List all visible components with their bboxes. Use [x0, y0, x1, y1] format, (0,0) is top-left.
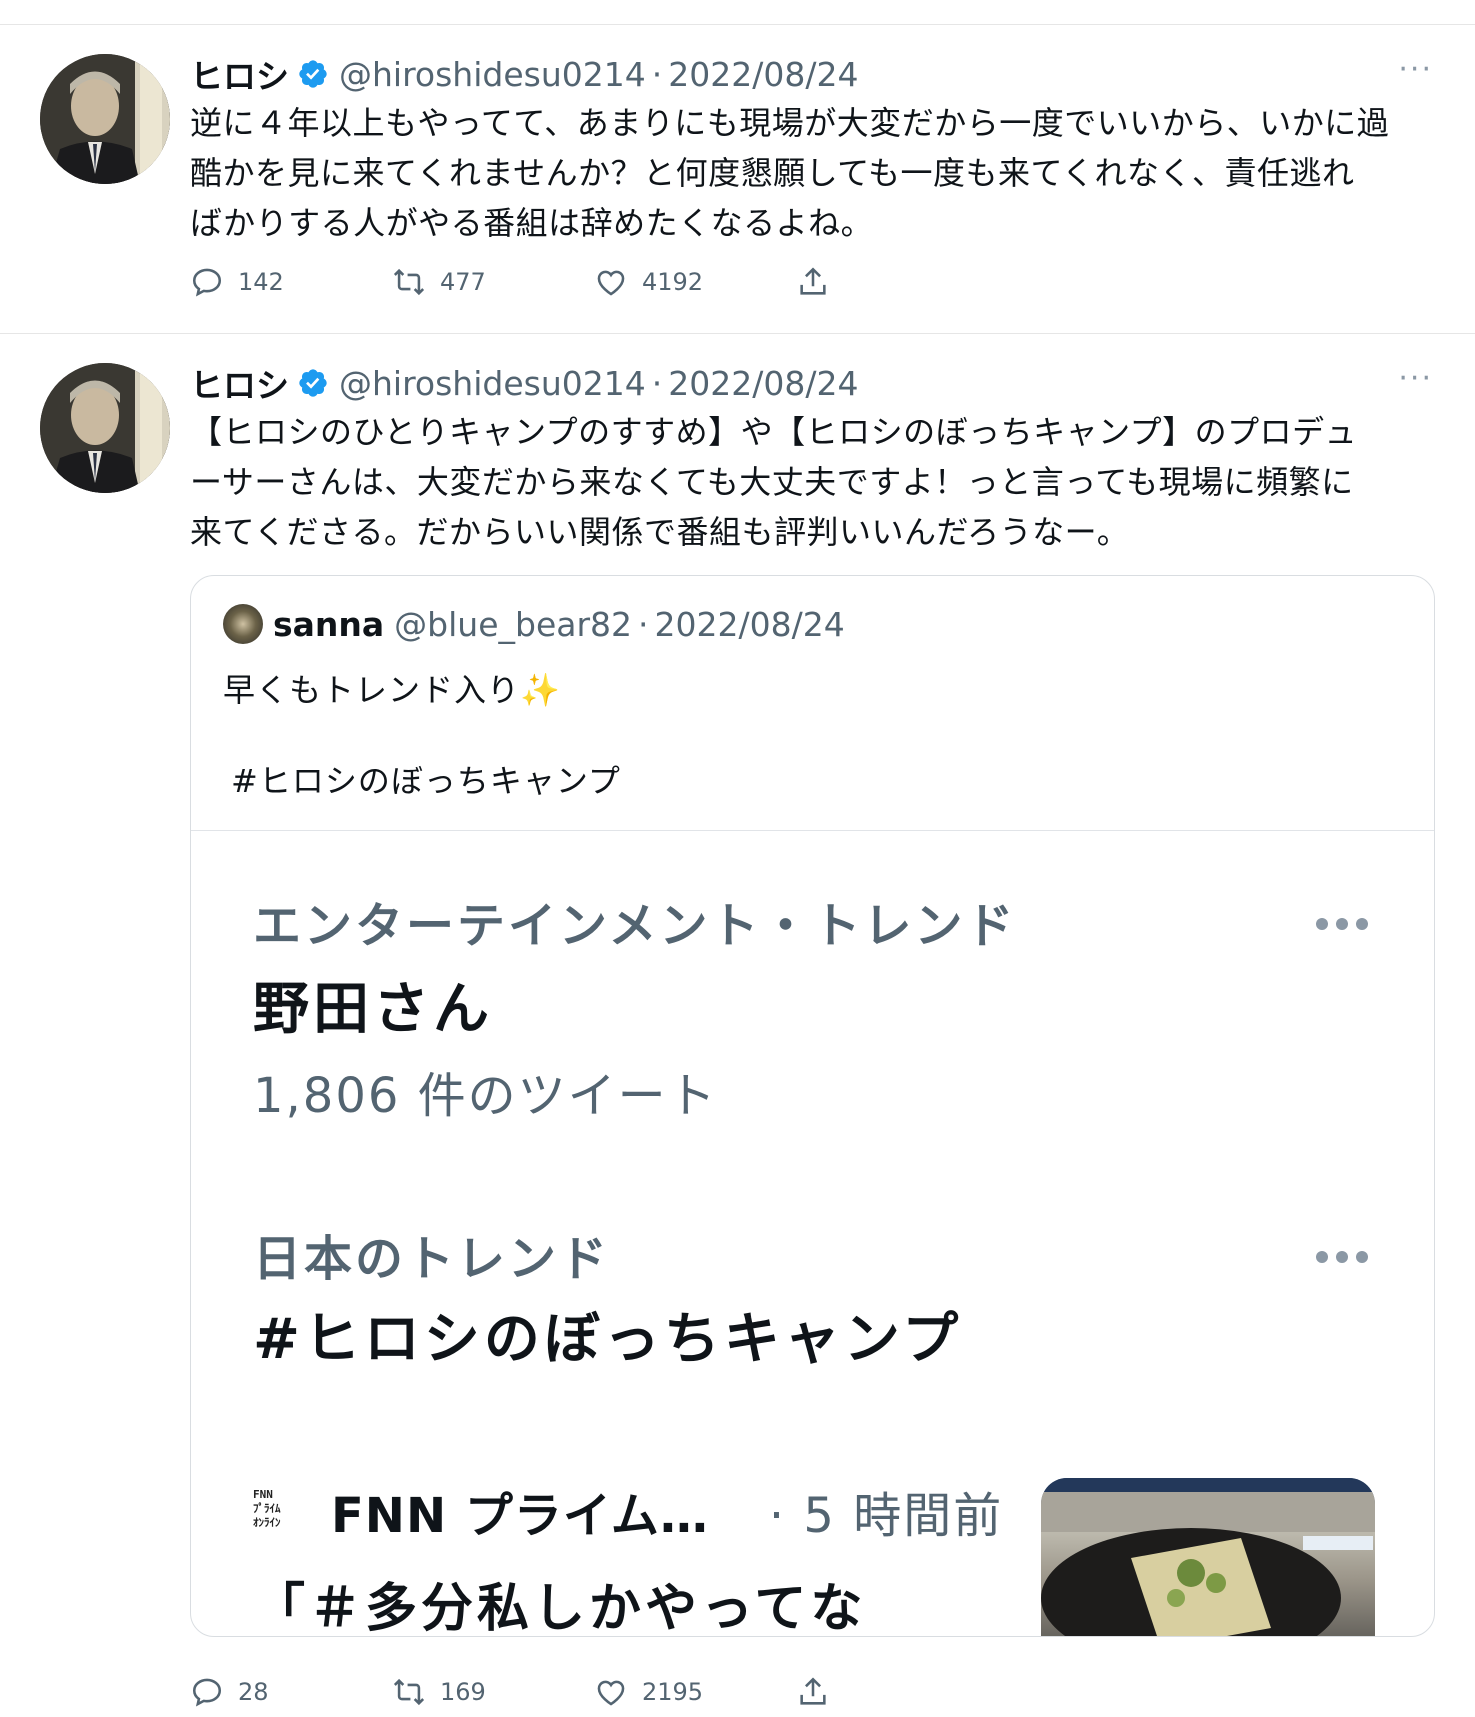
more-icon[interactable]: ···: [1398, 361, 1433, 396]
verified-badge-icon: [297, 367, 329, 399]
reply-icon: [192, 1678, 222, 1707]
tweet-text-line: 【ヒロシのひとりキャンプのすすめ】や【ヒロシのぼっちキャンプ】のプロデュ: [190, 413, 1358, 451]
tweet-2[interactable]: ヒロシ @hiroshidesu0214 · 2022/08/24 ··· 【ヒ…: [0, 308, 1475, 1717]
trend-title: #ヒロシのぼっちキャンプ: [253, 1307, 963, 1372]
trend-more-icon: [1316, 918, 1368, 930]
quote-author-handle[interactable]: @blue_bear82: [394, 605, 632, 644]
reply-count: 28: [238, 1678, 269, 1706]
retweet-count: 477: [440, 268, 486, 296]
tweet-text-line: 逆に４年以上もやってて、あまりにも現場が大変だから一度でいいから、いかに過: [190, 104, 1390, 142]
like-button[interactable]: 2195: [594, 1675, 796, 1709]
share-button[interactable]: [796, 1675, 844, 1709]
tweet-text-line: 来てくださる。だからいい関係で番組も評判いいんだろうなー。: [190, 513, 1130, 551]
share-icon: [800, 267, 826, 295]
retweet-count: 169: [440, 1678, 486, 1706]
news-header: FNN ﾌﾟﾗｲﾑ ｵﾝﾗｲﾝ FNN プライム… · 5 時間前: [253, 1476, 1003, 1546]
author-handle[interactable]: @hiroshidesu0214: [339, 55, 646, 94]
reply-icon: [192, 268, 222, 297]
like-count: 4192: [642, 268, 704, 296]
share-icon: [800, 1677, 826, 1705]
quote-header: sanna @blue_bear82 · 2022/08/24: [223, 604, 845, 644]
retweet-button[interactable]: 477: [392, 265, 594, 299]
quote-hashtag[interactable]: #ヒロシのぼっちキャンプ: [231, 756, 621, 802]
reply-button[interactable]: 28: [190, 1675, 392, 1709]
quote-author-name[interactable]: sanna: [273, 605, 384, 644]
retweet-icon: [393, 1678, 425, 1706]
like-count: 2195: [642, 1678, 704, 1706]
retweet-button[interactable]: 169: [392, 1675, 594, 1709]
reply-button[interactable]: 142: [190, 265, 392, 299]
avatar-photo: [40, 363, 170, 493]
trend-category-label: 日本のトレンド: [253, 1231, 611, 1287]
separator-dot: ·: [651, 363, 663, 403]
trend-tweet-count: 1,806 件のツイート: [253, 1068, 718, 1124]
trend-title: 野田さん: [253, 977, 493, 1042]
tweet-1[interactable]: ヒロシ @hiroshidesu0214 · 2022/08/24 ··· 逆に…: [0, 0, 1475, 333]
fnn-logo: FNN ﾌﾟﾗｲﾑ ｵﾝﾗｲﾝ: [253, 1488, 281, 1529]
separator-dot: ·: [638, 604, 649, 644]
trend-category-label: エンターテインメント・トレンド: [253, 898, 1017, 954]
tweet-actions: 142 477 4192: [190, 265, 844, 299]
like-button[interactable]: 4192: [594, 265, 796, 299]
separator-dot: ·: [651, 54, 663, 94]
avatar[interactable]: [40, 54, 170, 184]
avatar-photo: [40, 54, 170, 184]
verified-badge-icon: [297, 58, 329, 90]
tweet-actions: 28 169 2195: [190, 1675, 844, 1709]
quote-text: 早くもトレンド入り✨: [223, 671, 561, 709]
tweet-date[interactable]: 2022/08/24: [668, 364, 858, 403]
author-name[interactable]: ヒロシ: [190, 50, 289, 98]
tweet-text-line: ばかりする人がやる番組は辞めたくなるよね。: [190, 204, 874, 242]
news-source: FNN プライム…: [331, 1488, 709, 1544]
retweet-icon: [393, 268, 425, 296]
quote-avatar[interactable]: [223, 604, 263, 644]
news-time: · 5 時間前: [768, 1488, 1004, 1544]
tweet-text-line: ーサーさんは、大変だから来なくても大丈夫ですよ！っと言っても現場に頻繁に: [190, 463, 1354, 501]
quote-tweet[interactable]: sanna @blue_bear82 · 2022/08/24 早くもトレンド入…: [190, 575, 1435, 1637]
tweet-header: ヒロシ @hiroshidesu0214 · 2022/08/24: [190, 359, 858, 407]
quote-media-divider: [191, 830, 1434, 831]
share-button[interactable]: [796, 265, 844, 299]
like-icon: [597, 270, 625, 296]
avatar[interactable]: [40, 363, 170, 493]
quote-date: 2022/08/24: [654, 604, 845, 644]
author-name[interactable]: ヒロシ: [190, 359, 289, 407]
tweet-text: 【ヒロシのひとりキャンプのすすめ】や【ヒロシのぼっちキャンプ】のプロデュ ーサー…: [190, 407, 1435, 557]
tweet-text-line: 酷かを見に来てくれませんか？と何度懇願しても一度も来てくれなく、責任逃れ: [190, 154, 1355, 192]
tweet-date[interactable]: 2022/08/24: [668, 55, 858, 94]
reply-count: 142: [238, 268, 284, 296]
trend-more-icon: [1316, 1251, 1368, 1263]
news-title: 「＃多分私しかやってな: [253, 1579, 867, 1637]
like-icon: [597, 1680, 625, 1706]
author-handle[interactable]: @hiroshidesu0214: [339, 364, 646, 403]
tweet-header: ヒロシ @hiroshidesu0214 · 2022/08/24: [190, 50, 858, 98]
tweet-text: 逆に４年以上もやってて、あまりにも現場が大変だから一度でいいから、いかに過 酷か…: [190, 98, 1435, 248]
news-thumbnail: [1041, 1478, 1375, 1636]
more-icon[interactable]: ···: [1398, 52, 1433, 87]
